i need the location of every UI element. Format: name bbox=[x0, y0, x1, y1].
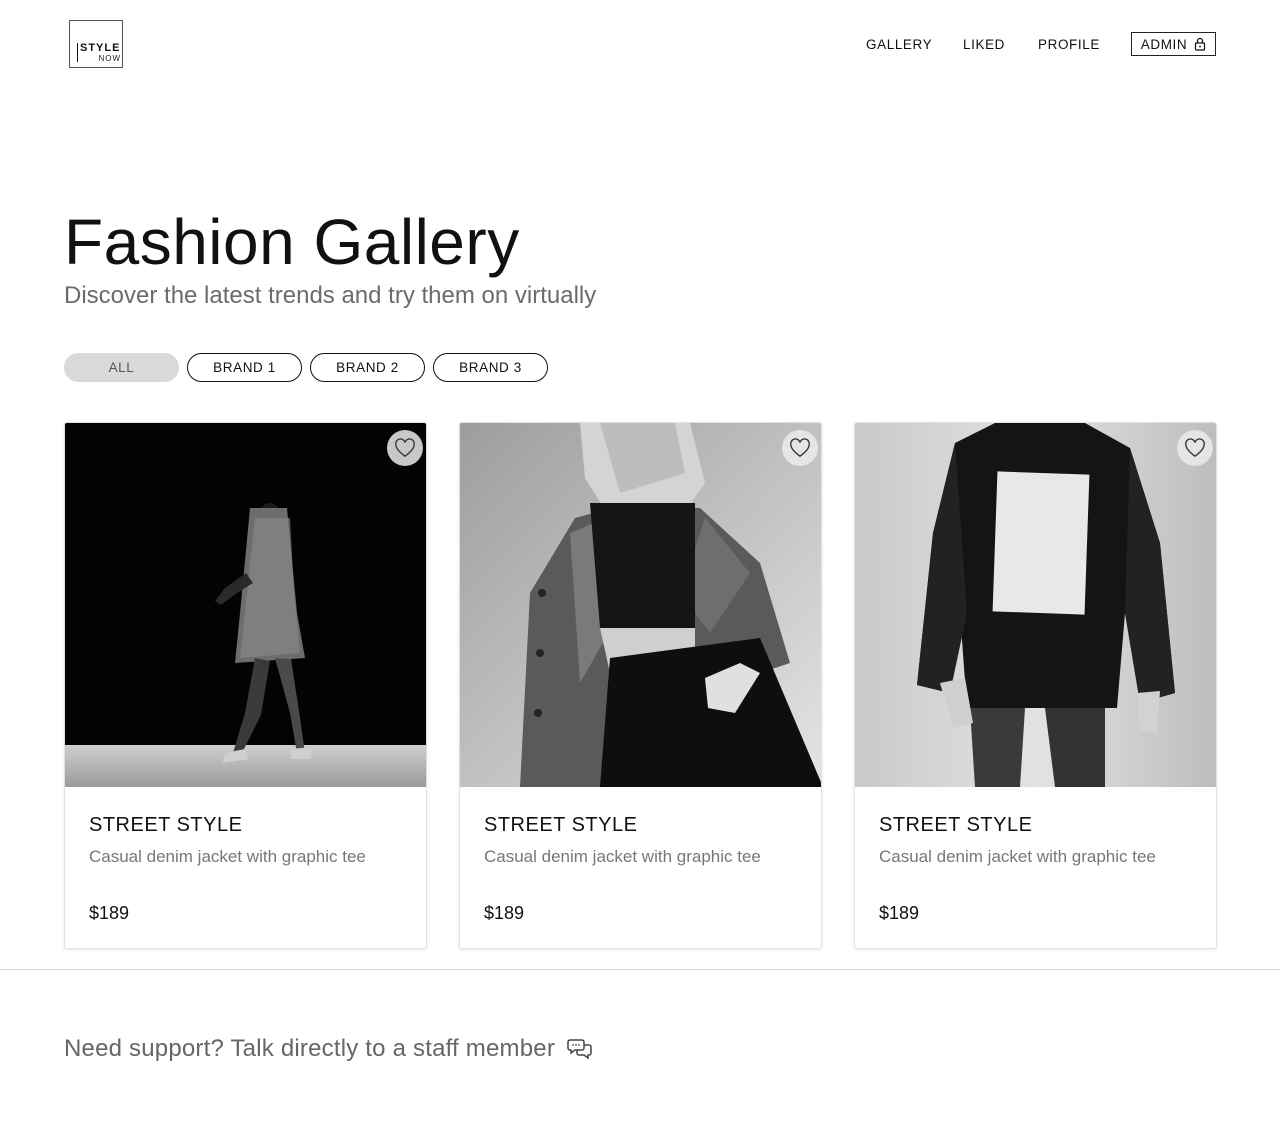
support-link[interactable]: Need support? Talk directly to a staff m… bbox=[64, 1035, 593, 1063]
product-description: Casual denim jacket with graphic tee bbox=[484, 847, 761, 866]
logo-line-1: STYLE bbox=[80, 42, 121, 54]
product-image[interactable] bbox=[460, 423, 821, 787]
page-title: Fashion Gallery bbox=[64, 206, 520, 278]
nav-profile[interactable]: PROFILE bbox=[1038, 37, 1100, 52]
brand-filters: ALL BRAND 1 BRAND 2 BRAND 3 bbox=[64, 353, 548, 382]
like-button[interactable] bbox=[387, 430, 423, 466]
product-photo-sweatshirt-model bbox=[855, 423, 1216, 787]
product-image[interactable] bbox=[855, 423, 1216, 787]
product-card[interactable]: STREET STYLE Casual denim jacket with gr… bbox=[64, 422, 427, 949]
heart-icon bbox=[790, 438, 810, 458]
chat-bubbles-icon bbox=[567, 1039, 592, 1060]
logo-bar bbox=[77, 43, 78, 62]
footer-divider bbox=[0, 969, 1280, 970]
heart-icon bbox=[395, 438, 415, 458]
admin-label: ADMIN bbox=[1140, 36, 1188, 52]
product-description: Casual denim jacket with graphic tee bbox=[89, 847, 366, 866]
product-card[interactable]: STREET STYLE Casual denim jacket with gr… bbox=[854, 422, 1217, 949]
nav-liked[interactable]: LIKED bbox=[963, 37, 1005, 52]
logo-line-2: NOW bbox=[98, 54, 121, 63]
product-price: $189 bbox=[89, 903, 130, 923]
product-title: STREET STYLE bbox=[484, 814, 638, 836]
logo[interactable]: STYLE NOW bbox=[69, 20, 123, 68]
like-button[interactable] bbox=[1177, 430, 1213, 466]
product-price: $189 bbox=[879, 903, 920, 923]
like-button[interactable] bbox=[782, 430, 818, 466]
product-description: Casual denim jacket with graphic tee bbox=[879, 847, 1156, 866]
heart-icon bbox=[1185, 438, 1205, 458]
nav-gallery[interactable]: GALLERY bbox=[866, 37, 932, 52]
admin-button[interactable]: ADMIN bbox=[1131, 32, 1216, 56]
product-photo-coat-model bbox=[460, 423, 821, 787]
product-title: STREET STYLE bbox=[89, 814, 243, 836]
support-text: Need support? Talk directly to a staff m… bbox=[64, 1035, 556, 1062]
filter-brand-1[interactable]: BRAND 1 bbox=[187, 353, 302, 382]
filter-all[interactable]: ALL bbox=[64, 353, 179, 382]
page-subtitle: Discover the latest trends and try them … bbox=[64, 282, 597, 309]
product-price: $189 bbox=[484, 903, 525, 923]
header: STYLE NOW GALLERY LIKED PROFILE ADMIN bbox=[0, 0, 1280, 90]
filter-brand-2[interactable]: BRAND 2 bbox=[310, 353, 425, 382]
lock-icon bbox=[1195, 37, 1206, 51]
product-title: STREET STYLE bbox=[879, 814, 1033, 836]
product-photo-walking-model bbox=[65, 423, 426, 787]
filter-brand-3[interactable]: BRAND 3 bbox=[433, 353, 548, 382]
product-card[interactable]: STREET STYLE Casual denim jacket with gr… bbox=[459, 422, 822, 949]
product-image[interactable] bbox=[65, 423, 426, 787]
